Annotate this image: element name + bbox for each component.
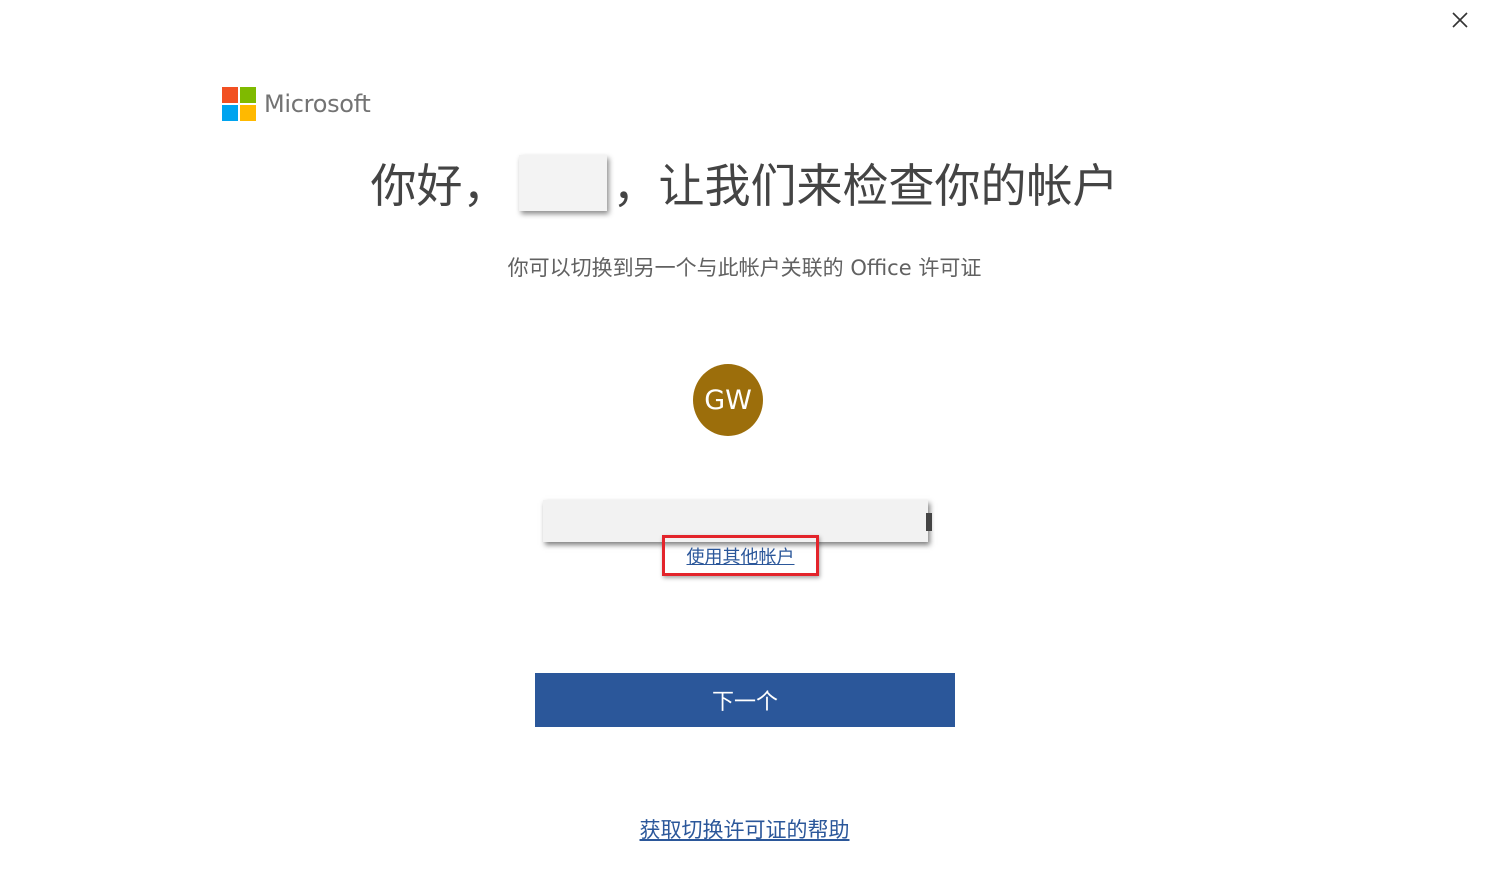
close-button[interactable] [1446, 8, 1474, 36]
help-link-container: 获取切换许可证的帮助 [0, 814, 1489, 844]
use-other-account-link[interactable]: 使用其他帐户 [687, 543, 795, 569]
logo-square-green [240, 86, 256, 103]
greeting-prefix: 你好， [370, 159, 509, 213]
redacted-user-name [518, 155, 607, 211]
next-button[interactable]: 下一个 [535, 673, 955, 727]
brand-name: Microsoft [264, 89, 371, 118]
avatar: GW [693, 364, 763, 436]
use-other-account-highlight: 使用其他帐户 [662, 535, 819, 576]
page-title: 你好， ，让我们来检查你的帐户 [0, 150, 1489, 216]
logo-square-yellow [240, 104, 256, 121]
license-check-dialog: Microsoft 你好， ，让我们来检查你的帐户 你可以切换到另一个与此帐户关… [0, 0, 1489, 891]
account-selector-edge [926, 513, 932, 531]
page-subtitle: 你可以切换到另一个与此帐户关联的 Office 许可证 [507, 256, 982, 280]
logo-square-red [222, 86, 238, 103]
microsoft-logo-icon [222, 86, 256, 121]
greeting-suffix: ，让我们来检查你的帐户 [612, 159, 1119, 213]
brand-header: Microsoft [222, 86, 371, 121]
close-icon [1452, 12, 1468, 32]
logo-square-blue [222, 104, 238, 121]
license-help-link[interactable]: 获取切换许可证的帮助 [640, 818, 850, 842]
